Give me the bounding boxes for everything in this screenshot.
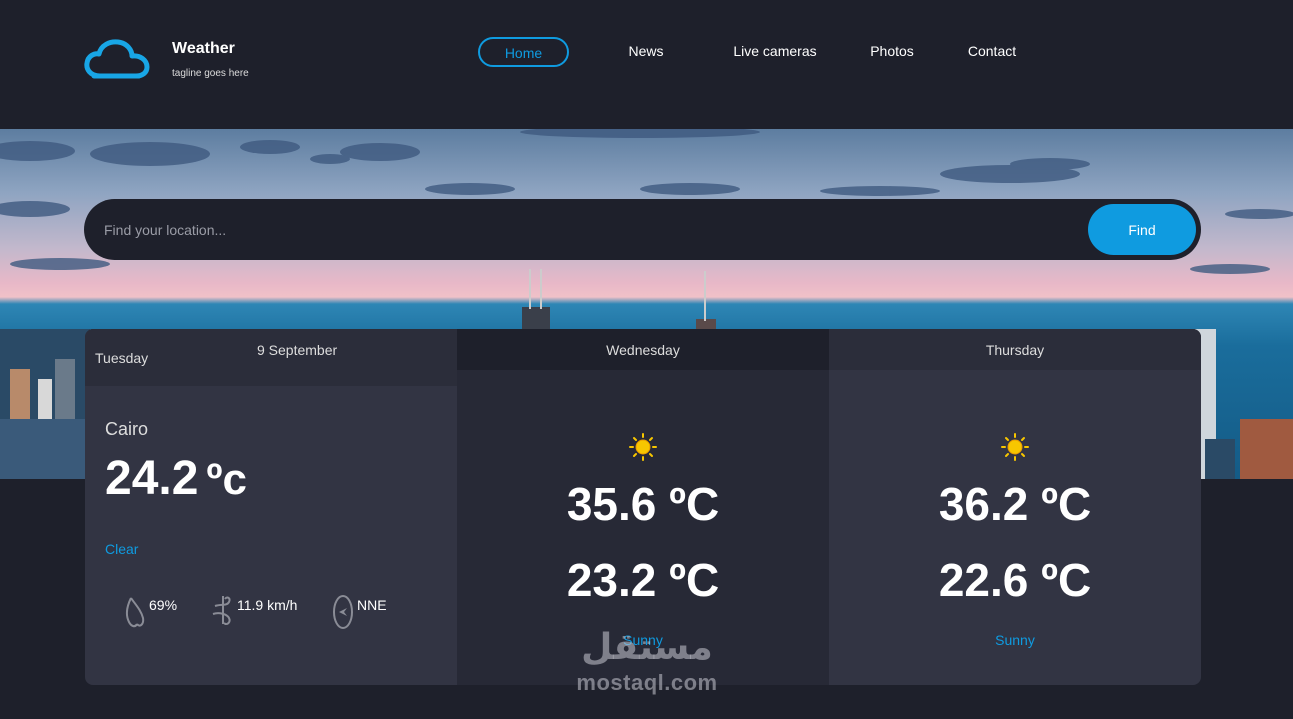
humidity-icon [125,597,145,628]
weather-stats: 69% 11.9 km/h NNE [123,594,443,634]
compass-icon [333,595,353,629]
sun-icon [1001,433,1029,461]
nav-contact[interactable]: Contact [967,37,1017,67]
forecast-day-2-header: Thursday [829,329,1201,370]
brand-tagline: tagline goes here [172,68,249,79]
wind-stat: 11.9 km/h [211,594,297,630]
site-header: Weather tagline goes here Home News Live… [0,0,1293,129]
forecast-day-1-header: Wednesday [457,329,829,370]
logo[interactable]: Weather tagline goes here [84,38,249,80]
today-date: 9 September [257,342,338,358]
brand-name: Weather [172,40,235,57]
wind-icon [212,596,231,626]
forecast-table: Tuesday 9 September Cairo 24.2 ºc Clear 6… [85,329,1201,685]
wind-direction-value: NNE [357,597,387,613]
moon-icon [285,474,294,490]
search-bar: Find [84,199,1201,260]
forecast-day-1-min: 23.2 ºC [566,554,720,606]
nav-live-cameras[interactable]: Live cameras [733,37,817,67]
nav-news[interactable]: News [628,37,664,67]
forecast-day-2-min: 22.6 ºC [938,554,1092,606]
cloud-icon [84,39,150,79]
humidity-stat: 69% [123,594,177,630]
forecast-day-2-max: 36.2 ºC [938,478,1092,530]
forecast-today: Tuesday 9 September Cairo 24.2 ºc Clear 6… [85,329,457,685]
humidity-value: 69% [149,597,178,613]
forecast-day-2-condition: Sunny [995,632,1035,648]
forecast-day-1: Wednesday 35.6 ºC 23.2 ºC Sunny [457,329,829,685]
nav-home[interactable]: Home [478,37,569,67]
current-temperature: 24.2 ºc [105,452,247,505]
main-nav: Home News Live cameras Photos Contact [478,37,1017,67]
forecast-day-1-max: 35.6 ºC [566,478,720,530]
forecast-day-2: Thursday 36.2 ºC 22.6 ºC Sunny [829,329,1201,685]
today-day: Tuesday [95,349,149,366]
forecast-day-1-condition: Sunny [623,632,663,648]
nav-photos[interactable]: Photos [870,37,914,67]
city-name: Cairo [105,419,149,439]
sun-icon [629,433,657,461]
find-button[interactable]: Find [1088,204,1196,255]
wind-direction-stat: NNE [331,594,387,630]
wind-speed-value: 11.9 km/h [237,597,298,613]
search-input[interactable] [104,199,1064,260]
today-condition: Clear [105,541,139,557]
